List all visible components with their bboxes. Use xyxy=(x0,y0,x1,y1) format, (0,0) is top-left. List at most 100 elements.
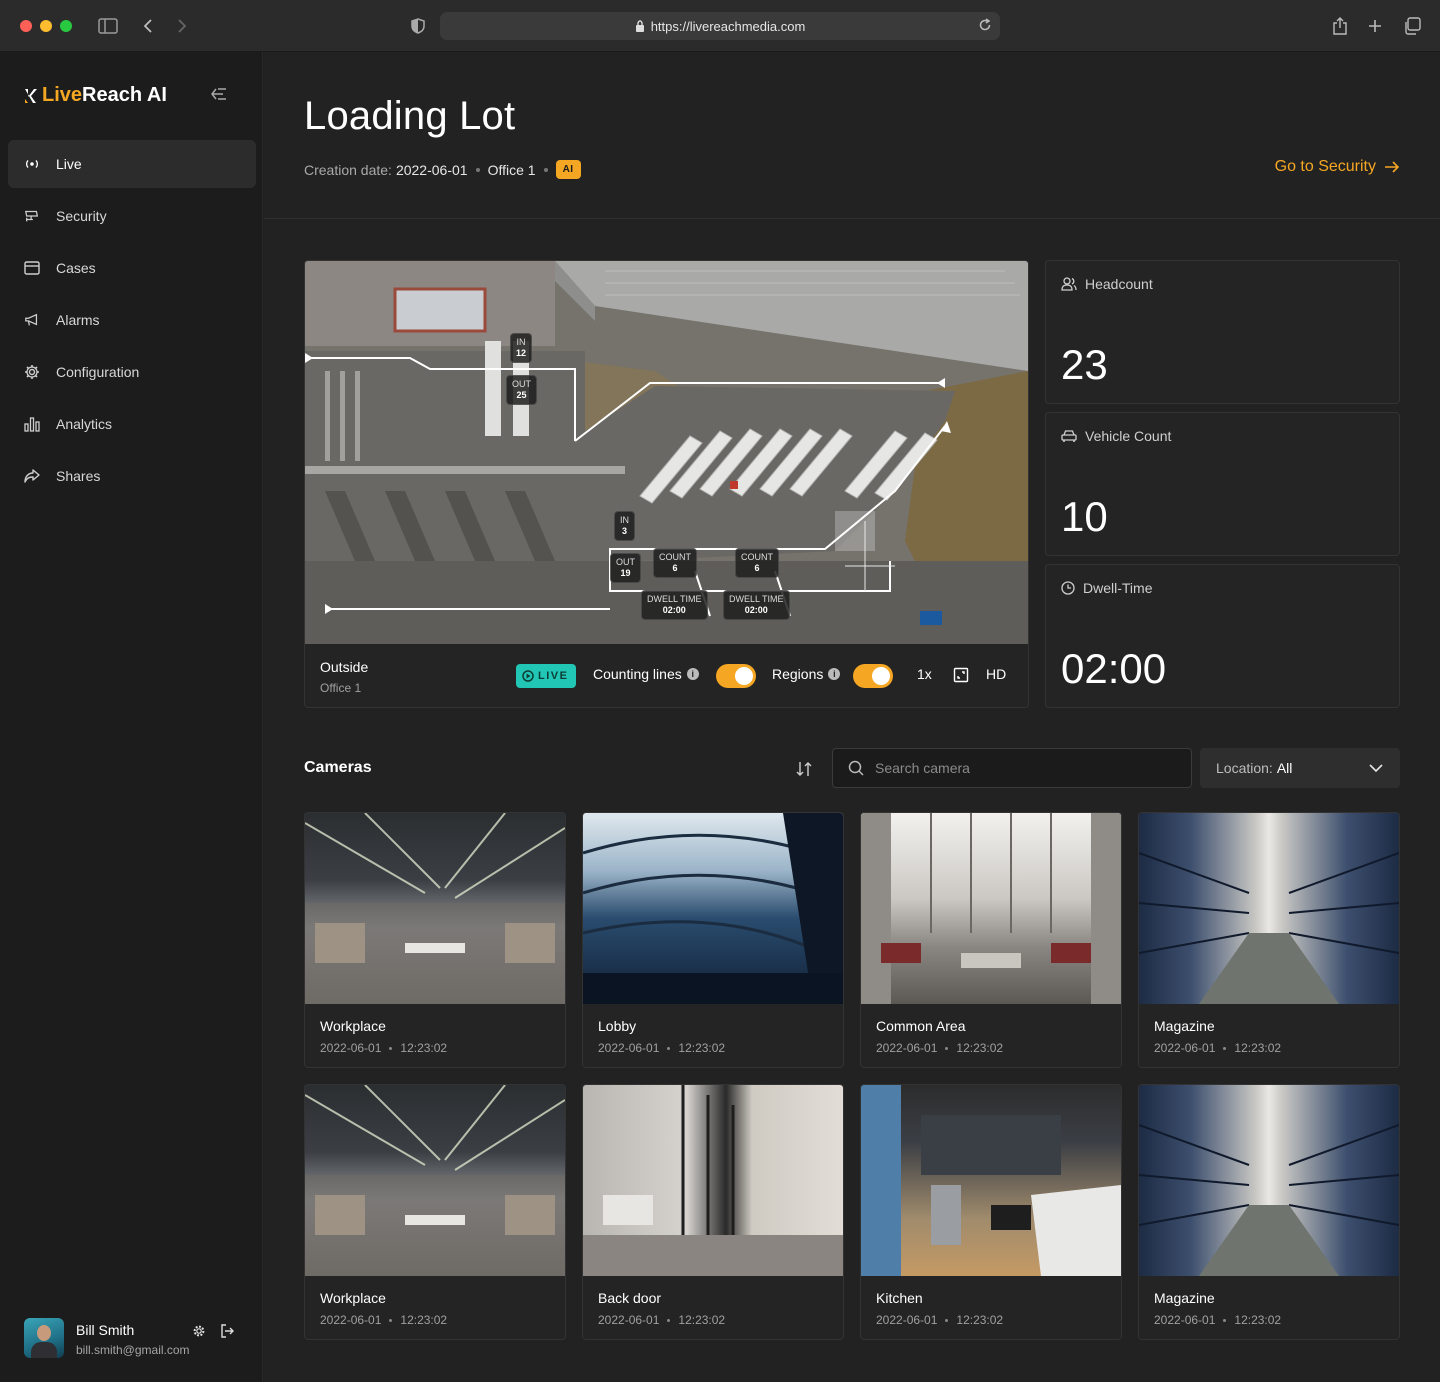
logout-icon[interactable] xyxy=(220,1324,236,1340)
gear-icon xyxy=(24,364,40,380)
sidebar-item-analytics[interactable]: Analytics xyxy=(8,400,256,448)
settings-gear-icon[interactable] xyxy=(192,1324,208,1340)
close-window-button[interactable] xyxy=(20,20,32,32)
vehicle-count-card: Vehicle Count 10 xyxy=(1045,412,1400,556)
collapse-sidebar-icon[interactable] xyxy=(210,86,228,102)
back-icon[interactable] xyxy=(136,14,160,38)
camera-thumbnail xyxy=(305,813,565,1004)
arrow-right-icon xyxy=(1384,160,1400,174)
search-camera-field[interactable] xyxy=(832,748,1192,788)
camera-title: Magazine xyxy=(1154,1290,1215,1306)
regions-toggle[interactable] xyxy=(853,664,893,688)
counting-lines-label: Counting lines i xyxy=(593,666,699,682)
camera-timestamp: 2022-06-01 12:23:02 xyxy=(598,1313,726,1327)
camera-location: Office 1 xyxy=(320,681,362,695)
browser-toolbar: https://livereachmedia.com xyxy=(0,0,1440,52)
camera-thumbnail xyxy=(583,813,843,1004)
camera-timestamp: 2022-06-01 12:23:02 xyxy=(876,1041,1004,1055)
live-camera-feed[interactable]: IN 12 OUT 25 IN 3 OUT 19 COUNT 6 COUNT 6 DWELL… xyxy=(305,261,1028,644)
share-icon[interactable] xyxy=(1328,14,1352,38)
shield-icon[interactable] xyxy=(406,14,430,38)
chevron-down-icon xyxy=(1368,760,1384,776)
region-dwell-overlay: DWELL TIME 02:00 xyxy=(641,590,708,620)
car-icon xyxy=(1061,429,1077,443)
minimize-window-button[interactable] xyxy=(40,20,52,32)
camera-card[interactable]: Common Area 2022-06-01 12:23:02 xyxy=(860,812,1122,1068)
camera-title: Magazine xyxy=(1154,1018,1215,1034)
camera-card[interactable]: Magazine 2022-06-01 12:23:02 xyxy=(1138,1084,1400,1340)
counting-overlay-in: IN 12 xyxy=(510,333,533,363)
bar-chart-icon xyxy=(24,416,40,432)
fullscreen-icon[interactable] xyxy=(953,667,969,683)
vehicle-count-value: 10 xyxy=(1061,493,1108,540)
brand-live: Live xyxy=(42,84,83,106)
camera-card[interactable]: Lobby 2022-06-01 12:23:02 xyxy=(582,812,844,1068)
sidebar-item-label: Analytics xyxy=(56,416,113,432)
search-icon xyxy=(848,760,864,776)
sidebar-item-cases[interactable]: Cases xyxy=(8,244,256,292)
folder-icon xyxy=(24,260,40,276)
counting-overlay-out: OUT 25 xyxy=(506,375,537,405)
stat-label: Dwell-Time xyxy=(1061,580,1152,596)
location-filter-dropdown[interactable]: Location: All xyxy=(1200,748,1400,788)
camera-title: Workplace xyxy=(320,1290,386,1306)
live-broadcast-icon xyxy=(24,156,40,172)
camera-timestamp: 2022-06-01 12:23:02 xyxy=(598,1041,726,1055)
sidebar-item-alarms[interactable]: Alarms xyxy=(8,296,256,344)
page-title: Loading Lot xyxy=(304,94,516,138)
sidebar-item-label: Security xyxy=(56,208,107,224)
cameras-section-title: Cameras xyxy=(304,759,372,776)
sidebar-item-configuration[interactable]: Configuration xyxy=(8,348,256,396)
sidebar-item-shares[interactable]: Shares xyxy=(8,452,256,500)
sidebar-item-label: Cases xyxy=(56,260,96,276)
maximize-window-button[interactable] xyxy=(60,20,72,32)
sidebar-item-label: Alarms xyxy=(56,312,100,328)
headcount-value: 23 xyxy=(1061,341,1108,388)
playback-speed-button[interactable]: 1x xyxy=(917,666,932,682)
forward-icon[interactable] xyxy=(170,14,194,38)
avatar[interactable] xyxy=(24,1318,64,1358)
cctv-camera-icon xyxy=(24,208,40,224)
brand-logo[interactable]: Live Reach AI xyxy=(24,84,167,107)
new-tab-icon[interactable] xyxy=(1363,14,1387,38)
location-filter-label: Location: xyxy=(1216,760,1273,776)
camera-thumbnail xyxy=(305,1085,565,1276)
camera-card[interactable]: Back door 2022-06-01 12:23:02 xyxy=(582,1084,844,1340)
camera-thumbnail xyxy=(583,1085,843,1276)
info-icon[interactable]: i xyxy=(686,668,699,680)
reload-icon[interactable] xyxy=(978,18,992,32)
sidebar-item-label: Shares xyxy=(56,468,101,484)
camera-card[interactable]: Workplace 2022-06-01 12:23:02 xyxy=(304,812,566,1068)
sort-icon[interactable] xyxy=(794,759,814,779)
camera-card[interactable]: Kitchen 2022-06-01 12:23:02 xyxy=(860,1084,1122,1340)
camera-thumbnail xyxy=(1139,1085,1399,1276)
clock-icon xyxy=(1061,581,1075,595)
counting-overlay-out: OUT 19 xyxy=(610,553,641,583)
tabs-overview-icon[interactable] xyxy=(1400,14,1424,38)
go-to-security-label: Go to Security xyxy=(1274,158,1376,175)
camera-name: Outside xyxy=(320,659,369,675)
quality-button[interactable]: HD xyxy=(986,666,1006,682)
info-icon[interactable]: i xyxy=(828,668,841,680)
dwell-time-value: 02:00 xyxy=(1061,645,1167,692)
users-icon xyxy=(1061,277,1077,291)
sidebar-toggle-icon[interactable] xyxy=(96,14,120,38)
sidebar-item-label: Live xyxy=(56,156,82,172)
live-badge: LIVE xyxy=(516,664,577,688)
search-camera-input[interactable] xyxy=(875,749,1175,787)
counting-lines-toggle[interactable] xyxy=(716,664,756,688)
live-video-panel: IN 12 OUT 25 IN 3 OUT 19 COUNT 6 COUNT 6 DWELL… xyxy=(304,260,1029,708)
camera-card[interactable]: Workplace 2022-06-01 12:23:02 xyxy=(304,1084,566,1340)
dwell-time-card: Dwell-Time 02:00 xyxy=(1045,564,1400,708)
go-to-security-link[interactable]: Go to Security xyxy=(1275,158,1400,176)
camera-thumbnail xyxy=(861,1085,1121,1276)
sidebar-item-security[interactable]: Security xyxy=(8,192,256,240)
camera-card[interactable]: Magazine 2022-06-01 12:23:02 xyxy=(1138,812,1400,1068)
address-bar[interactable]: https://livereachmedia.com xyxy=(440,12,1000,40)
camera-title: Workplace xyxy=(320,1018,386,1034)
video-controls: Outside Office 1 LIVE Counting lines i R… xyxy=(305,644,1028,707)
user-email: bill.smith@gmail.com xyxy=(76,1343,190,1357)
header-divider xyxy=(264,218,1440,219)
sidebar-item-live[interactable]: Live xyxy=(8,140,256,188)
stat-label: Vehicle Count xyxy=(1061,428,1171,444)
